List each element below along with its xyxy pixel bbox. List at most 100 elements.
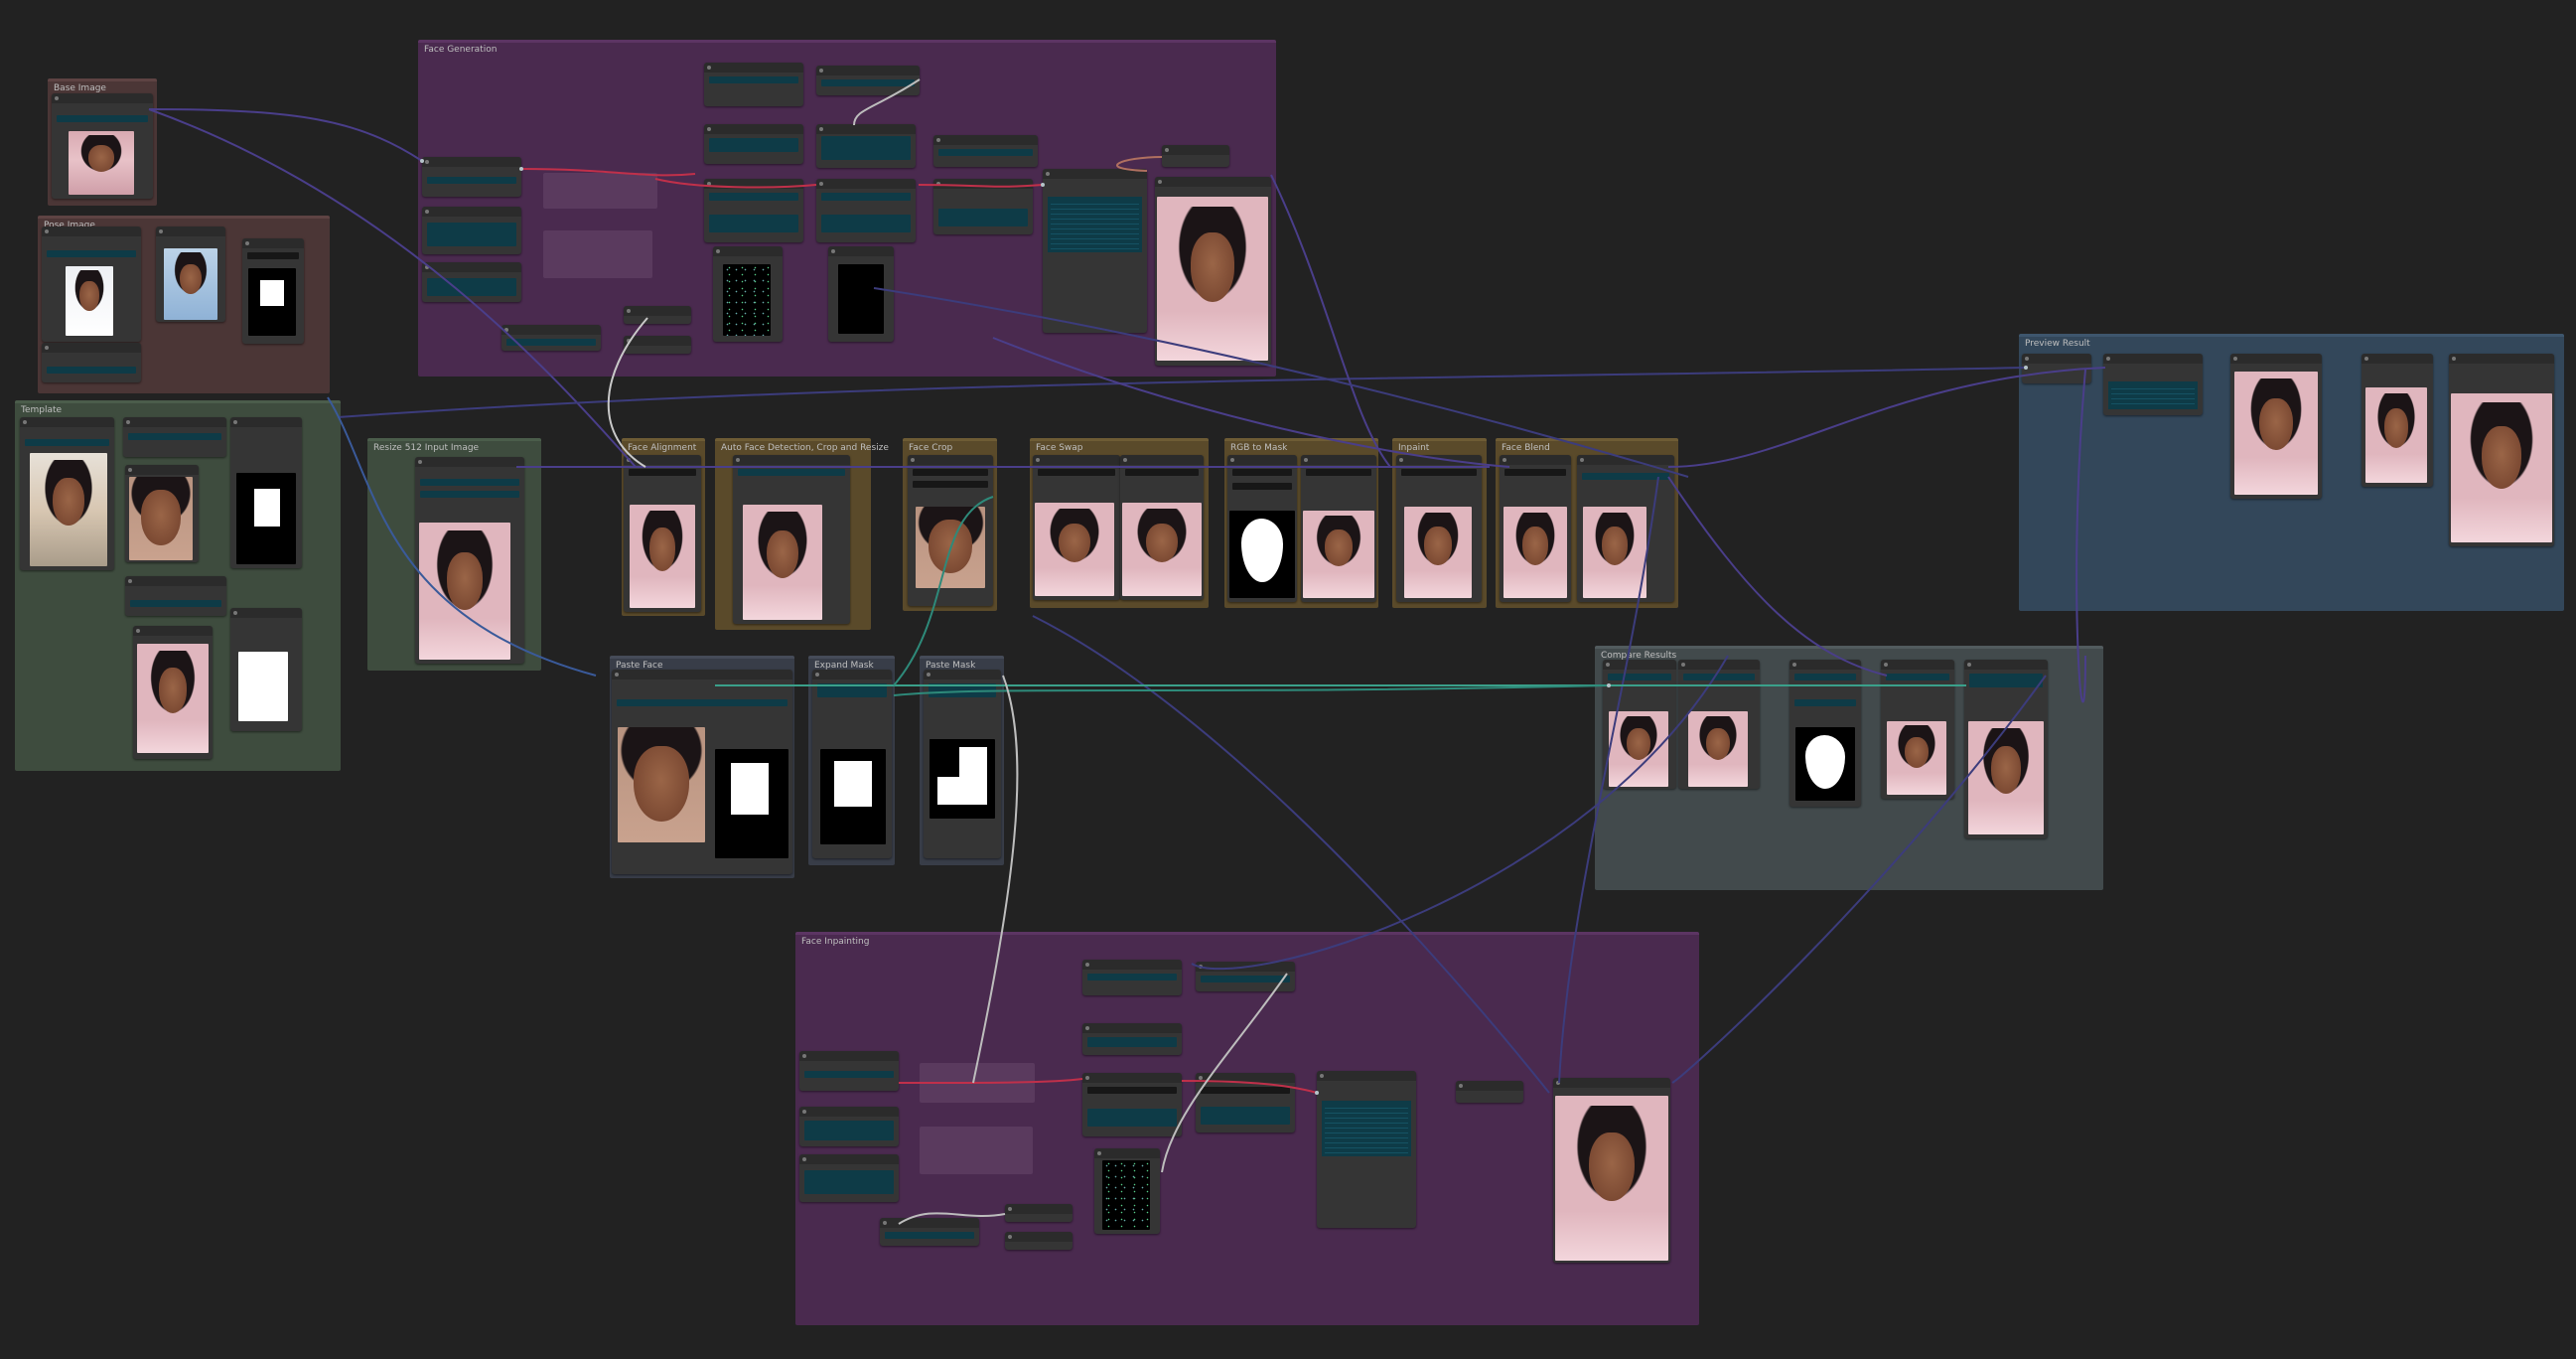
node-compare-4[interactable]: [1964, 660, 2048, 838]
widget[interactable]: [804, 1121, 894, 1140]
widget[interactable]: [938, 149, 1033, 156]
widget[interactable]: [1201, 976, 1290, 982]
node-preprocessor-2[interactable]: [828, 246, 894, 342]
node-bottom-vae-decode[interactable]: [1456, 1081, 1523, 1103]
widget[interactable]: [427, 177, 516, 184]
node-pose-mask[interactable]: [242, 238, 304, 344]
node-rgb-preview[interactable]: [1301, 455, 1376, 602]
widget[interactable]: [821, 193, 911, 201]
node-compare-1[interactable]: [1603, 660, 1676, 789]
widget[interactable]: [821, 79, 915, 86]
node-face-swap-a[interactable]: [1033, 455, 1120, 600]
node-face-blend-b[interactable]: [1577, 455, 1674, 602]
node-compare-3[interactable]: [1881, 660, 1954, 799]
widget[interactable]: [821, 136, 911, 160]
node-bottom-controlnet-2[interactable]: [1196, 962, 1295, 991]
node-clip-text-encode-2[interactable]: [422, 262, 521, 302]
node-template-settings[interactable]: [125, 576, 226, 616]
widget[interactable]: [1087, 1037, 1177, 1047]
widget[interactable]: [1683, 674, 1755, 680]
node-bottom-clip-2[interactable]: [799, 1154, 899, 1202]
node-bottom-apply-1[interactable]: [1082, 1023, 1182, 1055]
node-template-crop[interactable]: [123, 417, 226, 457]
widget[interactable]: [47, 367, 136, 374]
widget[interactable]: [1401, 469, 1477, 476]
node-clip-text-encode-1[interactable]: [422, 207, 521, 254]
node-bottom-checkpoint[interactable]: [799, 1051, 899, 1091]
widget[interactable]: [1608, 674, 1671, 680]
widget[interactable]: [1038, 469, 1115, 476]
node-template-result[interactable]: [133, 626, 213, 759]
node-ksampler-cond-1[interactable]: [704, 179, 803, 242]
config-widget[interactable]: [2108, 381, 2198, 409]
widget[interactable]: [1087, 1087, 1177, 1094]
widget[interactable]: [1306, 469, 1371, 476]
node-bottom-reroute-a[interactable]: [1005, 1204, 1073, 1222]
node-controlnet-loader-2[interactable]: [816, 66, 920, 95]
node-pose-extra[interactable]: [42, 343, 141, 382]
widget[interactable]: [817, 683, 887, 697]
widget[interactable]: [804, 1071, 894, 1078]
node-ksampler[interactable]: [1043, 169, 1147, 333]
widget[interactable]: [1582, 473, 1669, 480]
node-preview-image-top[interactable]: [1155, 177, 1271, 366]
node-face-alignment[interactable]: [624, 455, 701, 612]
node-paste-mask[interactable]: [924, 670, 1001, 858]
widget[interactable]: [247, 252, 299, 259]
node-compare-mask[interactable]: [1789, 660, 1861, 807]
image-file-selector[interactable]: [47, 250, 136, 257]
node-bottom-clip-1[interactable]: [799, 1107, 899, 1146]
widget[interactable]: [1969, 674, 2043, 687]
node-ksampler-cond-3[interactable]: [933, 179, 1033, 234]
node-graph-canvas[interactable]: Face Generation Base Image Pose Image Te…: [0, 0, 2576, 1359]
ksampler-settings[interactable]: [1322, 1101, 1411, 1156]
widget[interactable]: [709, 138, 798, 152]
node-template-mask-2[interactable]: [230, 608, 302, 731]
widget[interactable]: [25, 439, 109, 446]
widget[interactable]: [427, 223, 516, 246]
node-preview-settings[interactable]: [2022, 354, 2091, 383]
widget[interactable]: [913, 481, 988, 488]
widget[interactable]: [1087, 1109, 1177, 1127]
node-empty-latent[interactable]: [501, 325, 601, 351]
widget[interactable]: [1232, 483, 1292, 490]
widget[interactable]: [1794, 674, 1856, 680]
node-apply-controlnet-2[interactable]: [816, 124, 916, 168]
node-bottom-ksampler[interactable]: [1317, 1071, 1416, 1228]
widget[interactable]: [1886, 674, 1949, 680]
node-load-pose-image-1[interactable]: [42, 226, 141, 342]
widget[interactable]: [617, 699, 787, 706]
widget[interactable]: [1504, 469, 1566, 476]
widget[interactable]: [938, 209, 1028, 226]
node-bottom-preview[interactable]: [1553, 1078, 1670, 1263]
widget[interactable]: [709, 215, 798, 232]
node-load-checkpoint[interactable]: [422, 157, 521, 197]
widget[interactable]: [709, 76, 798, 83]
widget[interactable]: [427, 278, 516, 296]
node-bottom-reroute-b[interactable]: [1005, 1232, 1073, 1250]
widget[interactable]: [709, 193, 798, 201]
node-paste-face[interactable]: [612, 670, 792, 874]
node-preview-result-2[interactable]: [2361, 354, 2433, 487]
widget[interactable]: [1794, 699, 1856, 706]
node-face-swap-b[interactable]: [1120, 455, 1204, 600]
ksampler-settings[interactable]: [1048, 197, 1142, 252]
widget[interactable]: [1125, 469, 1199, 476]
node-vae-decode[interactable]: [1162, 145, 1229, 167]
node-ksampler-cond-2[interactable]: [816, 179, 916, 242]
widget[interactable]: [885, 1232, 974, 1239]
node-template-mask[interactable]: [230, 417, 302, 568]
node-resize-image[interactable]: [415, 457, 524, 664]
node-reroute-b[interactable]: [624, 336, 691, 354]
node-bottom-preprocessor[interactable]: [1094, 1148, 1160, 1234]
widget[interactable]: [130, 600, 221, 607]
widget[interactable]: [738, 469, 845, 476]
node-compare-2[interactable]: [1678, 660, 1760, 789]
widget[interactable]: [913, 469, 988, 476]
widget[interactable]: [420, 491, 519, 498]
node-inpaint[interactable]: [1396, 455, 1482, 602]
widget[interactable]: [629, 469, 696, 476]
node-preview-config[interactable]: [2103, 354, 2203, 415]
node-load-pose-image-2[interactable]: [156, 226, 225, 322]
image-file-selector[interactable]: [57, 115, 148, 122]
